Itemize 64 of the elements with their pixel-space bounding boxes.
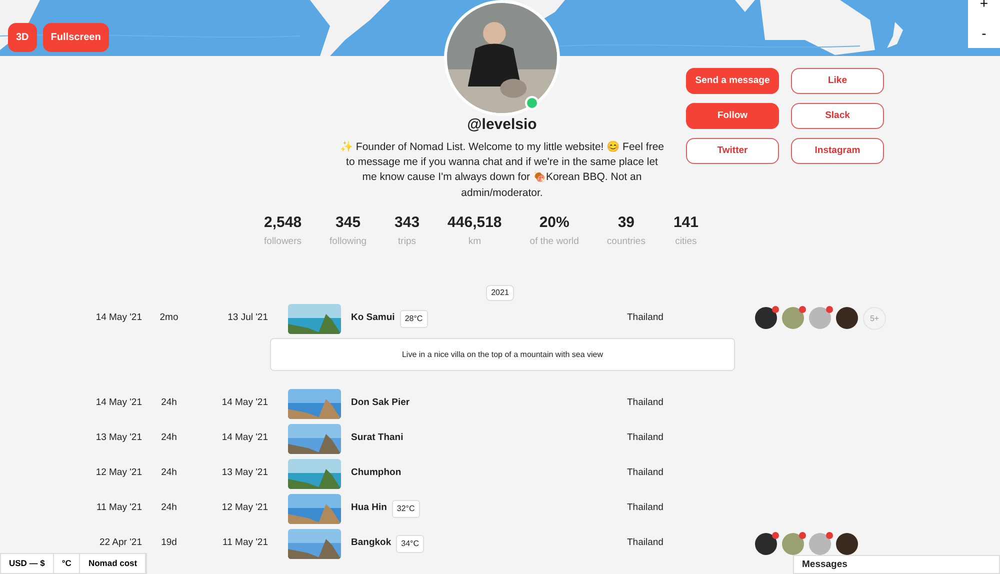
- city-name[interactable]: Surat Thani: [351, 431, 404, 446]
- stat-label: of the world: [530, 234, 579, 248]
- trip-end-date: 13 May '21: [220, 466, 268, 480]
- action-button[interactable]: Like: [791, 68, 884, 94]
- stat-label: trips: [397, 234, 417, 248]
- country-name: Thailand: [627, 396, 664, 410]
- year-label: 2021: [486, 285, 514, 301]
- temperature-label: 32°C: [392, 500, 420, 518]
- stat-value: 141: [673, 213, 698, 233]
- traveler-avatar[interactable]: [836, 307, 858, 329]
- temperature-label: 28°C: [400, 310, 428, 328]
- trip-end-date: 13 Jul '21: [226, 311, 268, 326]
- stat-value: 343: [394, 213, 420, 233]
- map-fullscreen-button[interactable]: Fullscreen: [42, 23, 109, 52]
- traveler-avatar[interactable]: [755, 532, 777, 554]
- map-3d-button[interactable]: 3D: [8, 23, 37, 52]
- action-button[interactable]: Instagram: [791, 138, 884, 164]
- city-name[interactable]: Ko Samui: [351, 311, 395, 326]
- trip-duration: 2mo: [158, 311, 180, 326]
- country-name: Thailand: [627, 431, 664, 446]
- action-button[interactable]: Twitter: [686, 138, 779, 164]
- country-name: Thailand: [627, 501, 664, 516]
- trip-start-date: 11 May '21: [96, 501, 142, 516]
- messages-panel[interactable]: Messages: [793, 555, 1000, 574]
- country-name: Thailand: [627, 536, 664, 550]
- trip-end-date: 14 May '21: [220, 431, 268, 446]
- city-name[interactable]: Bangkok: [351, 536, 392, 551]
- trip-duration: 24h: [160, 396, 178, 410]
- trip-start-date: 12 May '21: [94, 466, 142, 480]
- trip-start-date: 14 May '21: [94, 396, 142, 410]
- trip-start-date: 13 May '21: [94, 431, 142, 446]
- trip-start-date: 14 May '21: [94, 311, 142, 326]
- stat-label: countries: [606, 234, 646, 248]
- trip-end-date: 11 May '21: [222, 536, 268, 550]
- profile-bio: ✨ Founder of Nomad List. Welcome to my little website! 😊 Feel free to message me if you wanna chat and if we're in the same place let me know cause I'm always down for 🍖Korean BBQ. Not an admin/moderator.: [338, 140, 665, 201]
- trip-end-date: 14 May '21: [220, 396, 268, 410]
- action-button[interactable]: Follow: [686, 103, 779, 129]
- username: @levelsio: [466, 115, 538, 135]
- traveler-avatar[interactable]: [836, 532, 858, 554]
- stat-label: cities: [674, 234, 698, 248]
- city-name[interactable]: Chumphon: [351, 466, 402, 481]
- stat-value: 2,548: [264, 213, 302, 233]
- stat-label: followers: [264, 234, 302, 248]
- trip-duration: 24h: [160, 466, 178, 480]
- trip-duration: 24h: [160, 431, 178, 446]
- traveler-avatar[interactable]: [755, 307, 777, 329]
- trip-start-date: 22 Apr '21: [98, 536, 142, 550]
- stat-label: km: [467, 234, 482, 248]
- stat-value: 446,518: [448, 213, 502, 233]
- stat-value: 345: [334, 213, 362, 233]
- country-name: Thailand: [627, 311, 664, 326]
- city-name[interactable]: Don Sak Pier: [351, 396, 410, 411]
- action-button[interactable]: Send a message: [686, 68, 779, 94]
- stat-value: 20%: [538, 213, 570, 233]
- temperature-label: 34°C: [396, 534, 424, 552]
- city-name[interactable]: Hua Hin: [351, 501, 387, 516]
- trip-end-date: 12 May '21: [220, 501, 268, 516]
- stat-label: following: [330, 234, 367, 248]
- trip-duration: 24h: [160, 501, 178, 516]
- stat-value: 39: [616, 213, 636, 233]
- trip-note: Live in a nice villa on the top of a mountain with sea view: [270, 338, 735, 371]
- trip-duration: 19d: [160, 536, 178, 550]
- action-button[interactable]: Slack: [791, 103, 884, 129]
- country-name: Thailand: [627, 466, 664, 480]
